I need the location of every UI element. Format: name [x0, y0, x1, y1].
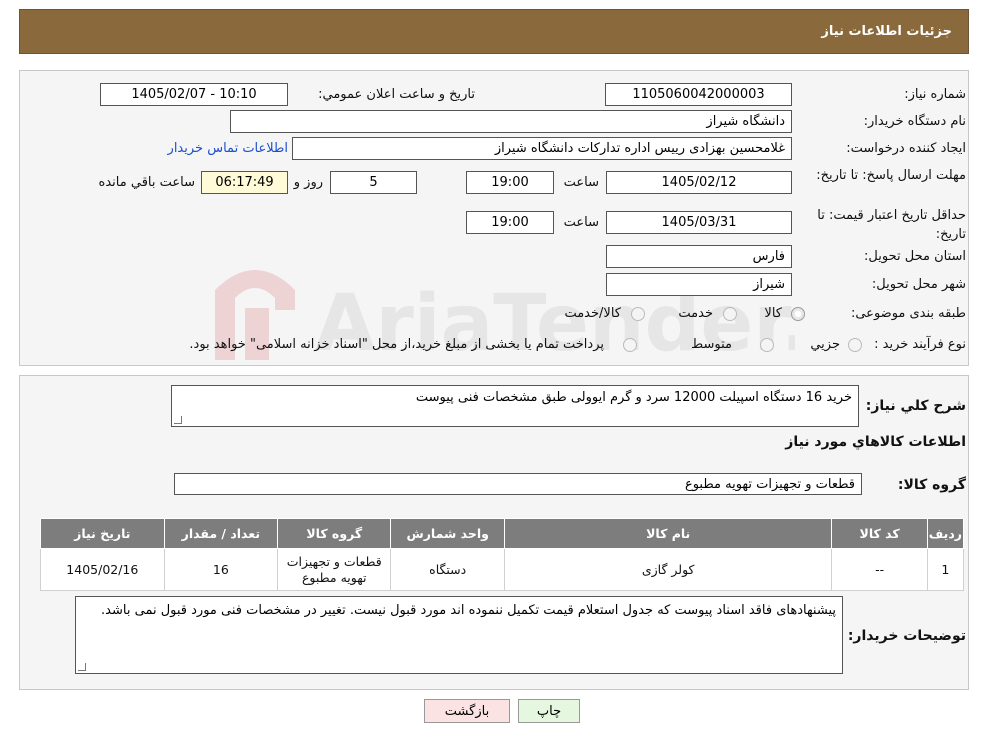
purchase-medium-radio[interactable]: [760, 338, 774, 352]
remaining-label: ساعت باقي مانده: [98, 175, 195, 190]
deadline-label: مهلت ارسال پاسخ: تا تاريخ:: [816, 168, 966, 183]
cell-unit: دستگاه: [390, 548, 505, 591]
col-date-header: تاريخ نياز: [40, 518, 165, 549]
cell-row: 1: [926, 548, 965, 591]
category-service-label: خدمت: [678, 306, 713, 321]
buyer-org-field: دانشگاه شیراز: [230, 110, 792, 133]
buyer-notes-text: پیشنهادهای فاقد اسناد پیوست که جدول استع…: [101, 603, 836, 618]
purchase-medium-label: متوسط: [691, 337, 732, 352]
page-header: جزئيات اطلاعات نياز: [19, 9, 969, 54]
province-label: استان محل تحويل:: [864, 249, 966, 264]
days-label: روز و: [293, 175, 323, 190]
buyer-notes-textarea: پیشنهادهای فاقد اسناد پیوست که جدول استع…: [75, 596, 843, 674]
goods-table: رديف كد كالا نام كالا واحد شمارش گروه كا…: [40, 518, 965, 591]
validity-date-field: 1405/03/31: [606, 211, 792, 234]
col-row-header: رديف: [926, 518, 965, 549]
goods-info-title: اطلاعات كالاهاي مورد نياز: [785, 434, 966, 450]
treasury-checkbox[interactable]: [623, 338, 637, 352]
city-label: شهر محل تحويل:: [871, 277, 966, 292]
table-header-row: رديف كد كالا نام كالا واحد شمارش گروه كا…: [40, 518, 965, 549]
cell-qty: 16: [163, 548, 279, 591]
validity-time-label: ساعت: [563, 215, 599, 230]
col-name-header: نام كالا: [503, 518, 833, 549]
validity-time-field: 19:00: [466, 211, 554, 234]
back-button[interactable]: بازگشت: [424, 699, 510, 723]
category-goods-radio[interactable]: [791, 307, 805, 321]
cell-date: 1405/02/16: [40, 548, 165, 591]
purchase-note: پرداخت تمام يا بخشی از مبلغ خريد،از محل …: [189, 337, 604, 352]
category-goods-service-label: كالا/خدمت: [564, 306, 621, 321]
category-service-radio[interactable]: [723, 307, 737, 321]
buyer-notes-label: توضيحات خريدار:: [847, 628, 966, 644]
buyer-org-label: نام دستگاه خريدار:: [863, 114, 966, 129]
need-number-label: شماره نیاز:: [904, 87, 966, 102]
purchase-minor-radio[interactable]: [848, 338, 862, 352]
purchase-type-label: نوع فرآيند خريد :: [874, 337, 966, 352]
table-row: 1 -- کولر گازی دستگاه قطعات و تجهیزات ته…: [40, 548, 965, 591]
col-qty-header: تعداد / مقدار: [163, 518, 279, 549]
min-validity-label: حداقل تاريخ اعتبار قيمت: تا تاريخ:: [817, 208, 966, 242]
cell-code: --: [831, 548, 928, 591]
resize-grip-icon[interactable]: [174, 416, 182, 424]
purchase-minor-label: جزيي: [810, 337, 840, 352]
page-title: جزئيات اطلاعات نياز: [821, 24, 952, 39]
deadline-time-label: ساعت: [563, 175, 599, 190]
days-field: 5: [330, 171, 417, 194]
category-label: طبقه بندی موضوعی:: [850, 306, 966, 321]
deadline-date-field: 1405/02/12: [606, 171, 792, 194]
announce-field: 1405/02/07 - 10:10: [100, 83, 288, 106]
cell-group: قطعات و تجهیزات تهویه مطبوع: [277, 548, 392, 591]
summary-text: خرید 16 دستگاه اسپیلت 12000 سرد و گرم ای…: [415, 390, 852, 405]
need-number-field: 1105060042000003: [605, 83, 792, 106]
buyer-contact-link[interactable]: اطلاعات تماس خريدار: [168, 141, 288, 156]
city-field: شیراز: [606, 273, 792, 296]
goods-group-field: قطعات و تجهیزات تهویه مطبوع: [174, 473, 862, 495]
creator-label: ايجاد كننده درخواست:: [846, 141, 966, 156]
summary-label: شرح كلي نياز:: [865, 398, 966, 414]
col-group-header: گروه كالا: [277, 518, 392, 549]
resize-grip-icon[interactable]: [78, 663, 86, 671]
print-button[interactable]: چاپ: [518, 699, 580, 723]
col-code-header: كد كالا: [831, 518, 928, 549]
announce-label: تاريخ و ساعت اعلان عمومي:: [318, 87, 475, 102]
cell-name: کولر گازی: [503, 548, 833, 591]
category-goods-service-radio[interactable]: [631, 307, 645, 321]
summary-textarea: خرید 16 دستگاه اسپیلت 12000 سرد و گرم ای…: [171, 385, 859, 427]
deadline-time-field: 19:00: [466, 171, 554, 194]
col-unit-header: واحد شمارش: [390, 518, 505, 549]
remaining-time-field: 06:17:49: [201, 171, 288, 194]
goods-group-label: گروه كالا:: [897, 477, 966, 493]
creator-field: غلامحسین بهزادی رییس اداره تدارکات دانشگ…: [292, 137, 792, 160]
category-goods-label: كالا: [764, 306, 782, 321]
province-field: فارس: [606, 245, 792, 268]
